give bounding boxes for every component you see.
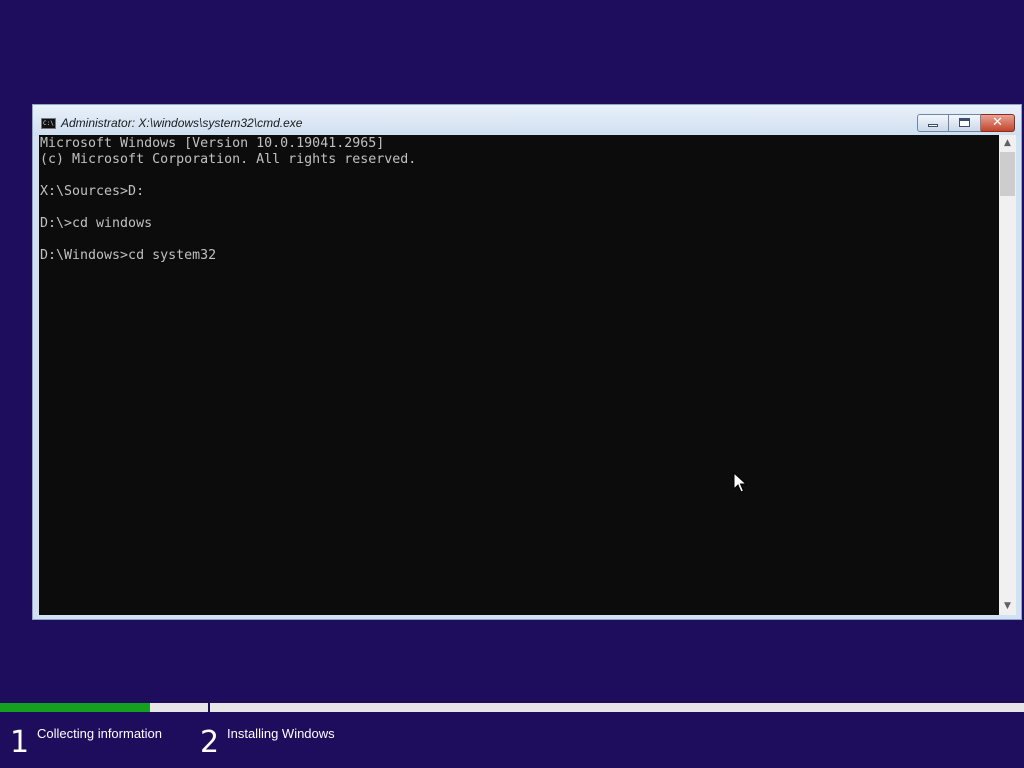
minimize-button[interactable]: [917, 114, 949, 132]
close-icon: ✕: [992, 115, 1003, 130]
scroll-thumb[interactable]: [1000, 152, 1015, 196]
step-label: Installing Windows: [227, 726, 335, 741]
step-number: 2: [200, 725, 220, 760]
console-lines: Microsoft Windows [Version 10.0.19041.29…: [39, 135, 999, 264]
maximize-button[interactable]: [949, 114, 981, 132]
console-line: X:\Sources>D:: [40, 184, 145, 199]
minimize-icon: [928, 124, 938, 127]
step1-progress-fill: [0, 703, 150, 712]
step1-progress-segment: [0, 703, 208, 712]
caption-buttons: ✕: [917, 114, 1015, 132]
window-title: Administrator: X:\windows\system32\cmd.e…: [61, 116, 303, 130]
scroll-down-icon[interactable]: ▼: [999, 598, 1016, 615]
cmd-window[interactable]: C:\ Administrator: X:\windows\system32\c…: [32, 104, 1022, 620]
console-line: D:\>cd windows: [40, 216, 153, 231]
step-number: 1: [10, 725, 30, 760]
step-label: Collecting information: [37, 726, 163, 741]
console-output[interactable]: Microsoft Windows [Version 10.0.19041.29…: [39, 135, 999, 615]
scroll-up-icon[interactable]: ▲: [999, 135, 1016, 152]
cmd-app-icon[interactable]: C:\: [41, 118, 56, 129]
mouse-pointer-icon: [733, 472, 747, 493]
progress-step-divider: [208, 703, 210, 712]
setup-progress-bar: [0, 703, 1024, 712]
maximize-icon: [959, 118, 970, 127]
title-bar[interactable]: C:\ Administrator: X:\windows\system32\c…: [33, 105, 1021, 136]
vertical-scrollbar[interactable]: ▲ ▼: [999, 135, 1016, 615]
console-line: (c) Microsoft Corporation. All rights re…: [40, 152, 417, 167]
close-button[interactable]: ✕: [981, 114, 1015, 132]
console-line: D:\Windows>cd system32: [40, 248, 217, 263]
console-line: Microsoft Windows [Version 10.0.19041.29…: [40, 136, 385, 151]
